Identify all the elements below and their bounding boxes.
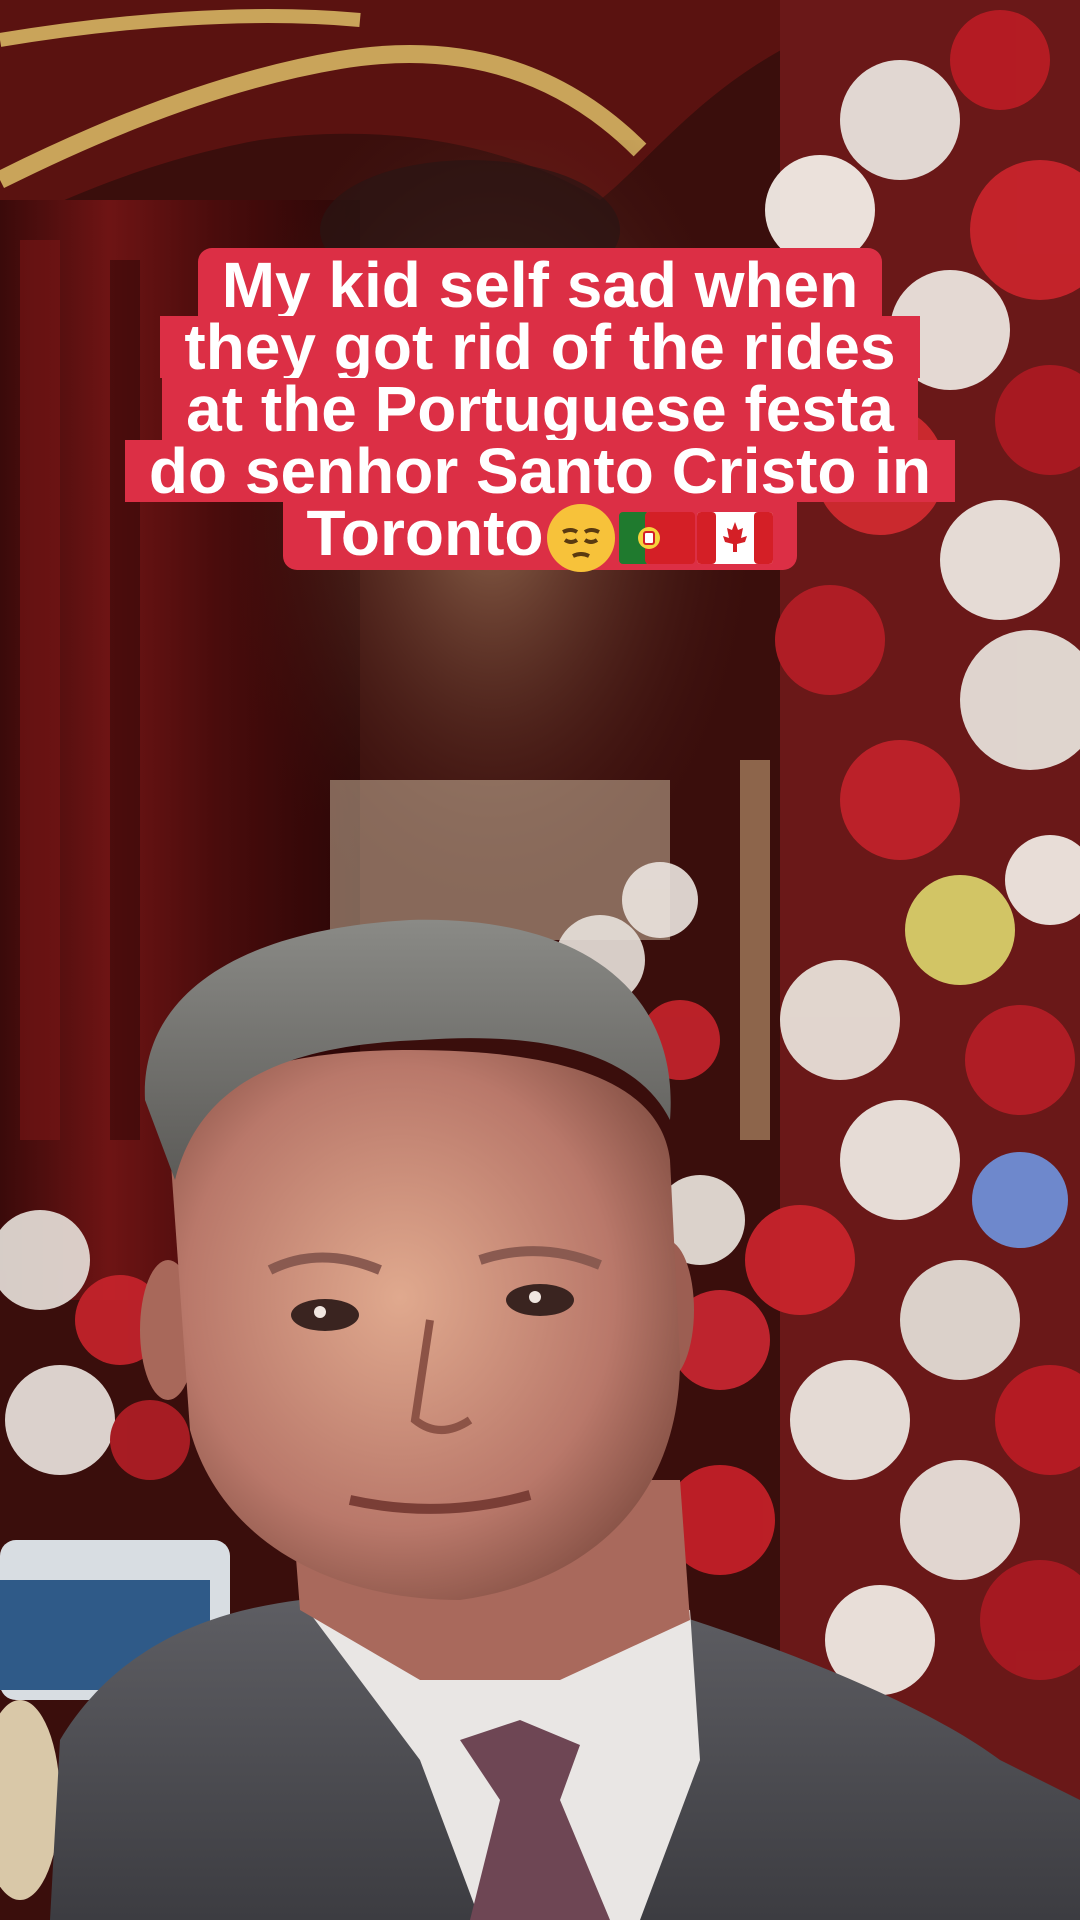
portugal-flag-icon: [619, 512, 696, 565]
caption-line-5-text: Toronto: [306, 497, 544, 569]
caption-line-5: Toronto: [282, 501, 798, 573]
caption-line-1: My kid self sad when: [197, 248, 883, 317]
caption-block: My kid self sad when they got rid of the…: [0, 248, 1080, 573]
caption-line-4: do senhor Santo Cristo in: [124, 439, 956, 503]
caption-line-3: at the Portuguese festa: [162, 377, 918, 441]
canada-flag-icon: [697, 512, 774, 565]
pensive-face-icon: [545, 502, 617, 574]
video-frame: My kid self sad when they got rid of the…: [0, 0, 1080, 1920]
caption-line-2: they got rid of the rides: [160, 315, 920, 379]
